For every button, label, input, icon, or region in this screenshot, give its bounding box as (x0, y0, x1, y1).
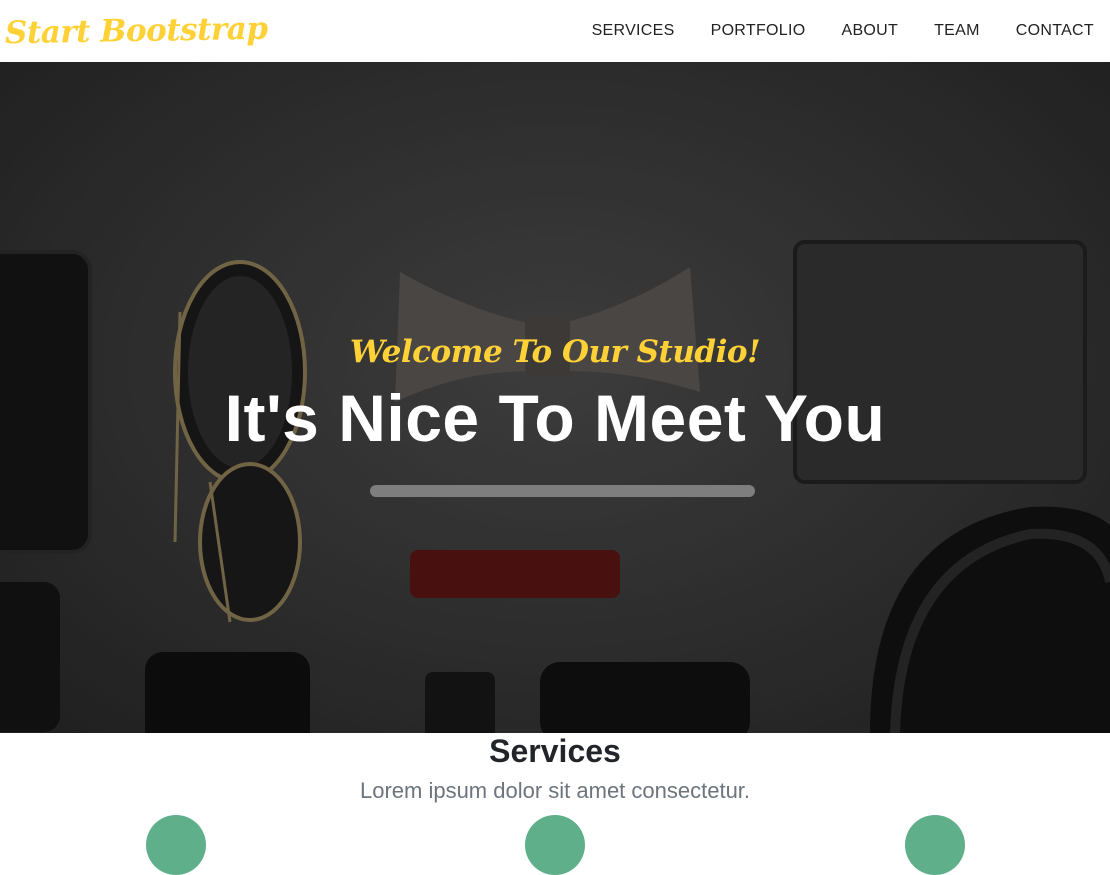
nav-link-team[interactable]: TEAM (934, 22, 980, 40)
nav-menu: SERVICES PORTFOLIO ABOUT TEAM CONTACT (556, 22, 1094, 40)
service-icon-circle (525, 815, 585, 875)
service-icon-circle (146, 815, 206, 875)
nav-link-about[interactable]: ABOUT (841, 22, 898, 40)
navbar: Start Bootstrap SERVICES PORTFOLIO ABOUT… (0, 0, 1110, 62)
hero-heading: It's Nice To Meet You (224, 381, 886, 455)
nav-link-portfolio[interactable]: PORTFOLIO (711, 22, 806, 40)
hero-section: Welcome To Our Studio! It's Nice To Meet… (0, 62, 1110, 733)
services-title: Services (489, 733, 621, 769)
hero-subheading: Welcome To Our Studio! (349, 334, 761, 370)
brand-logo[interactable]: Start Bootstrap (5, 10, 268, 51)
nav-link-contact[interactable]: CONTACT (1016, 22, 1094, 40)
nav-link-services[interactable]: SERVICES (592, 22, 675, 40)
service-icon-circle (905, 815, 965, 875)
services-subtitle: Lorem ipsum dolor sit amet consectetur. (359, 778, 751, 803)
